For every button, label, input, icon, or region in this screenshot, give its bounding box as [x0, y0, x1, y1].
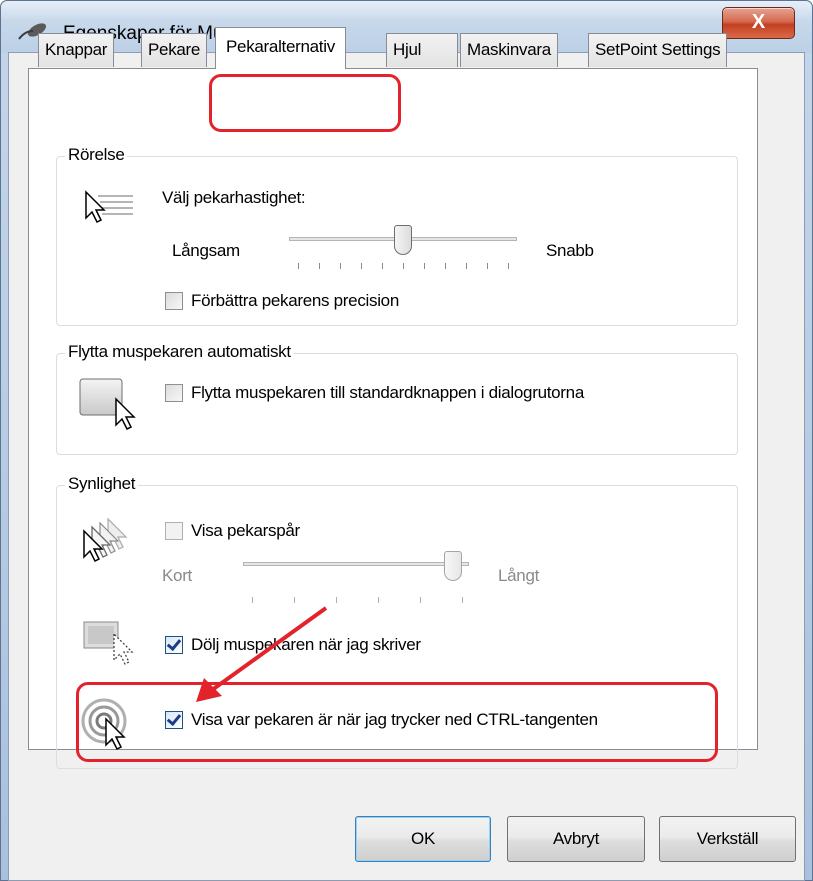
annotation-arrow	[196, 606, 328, 702]
